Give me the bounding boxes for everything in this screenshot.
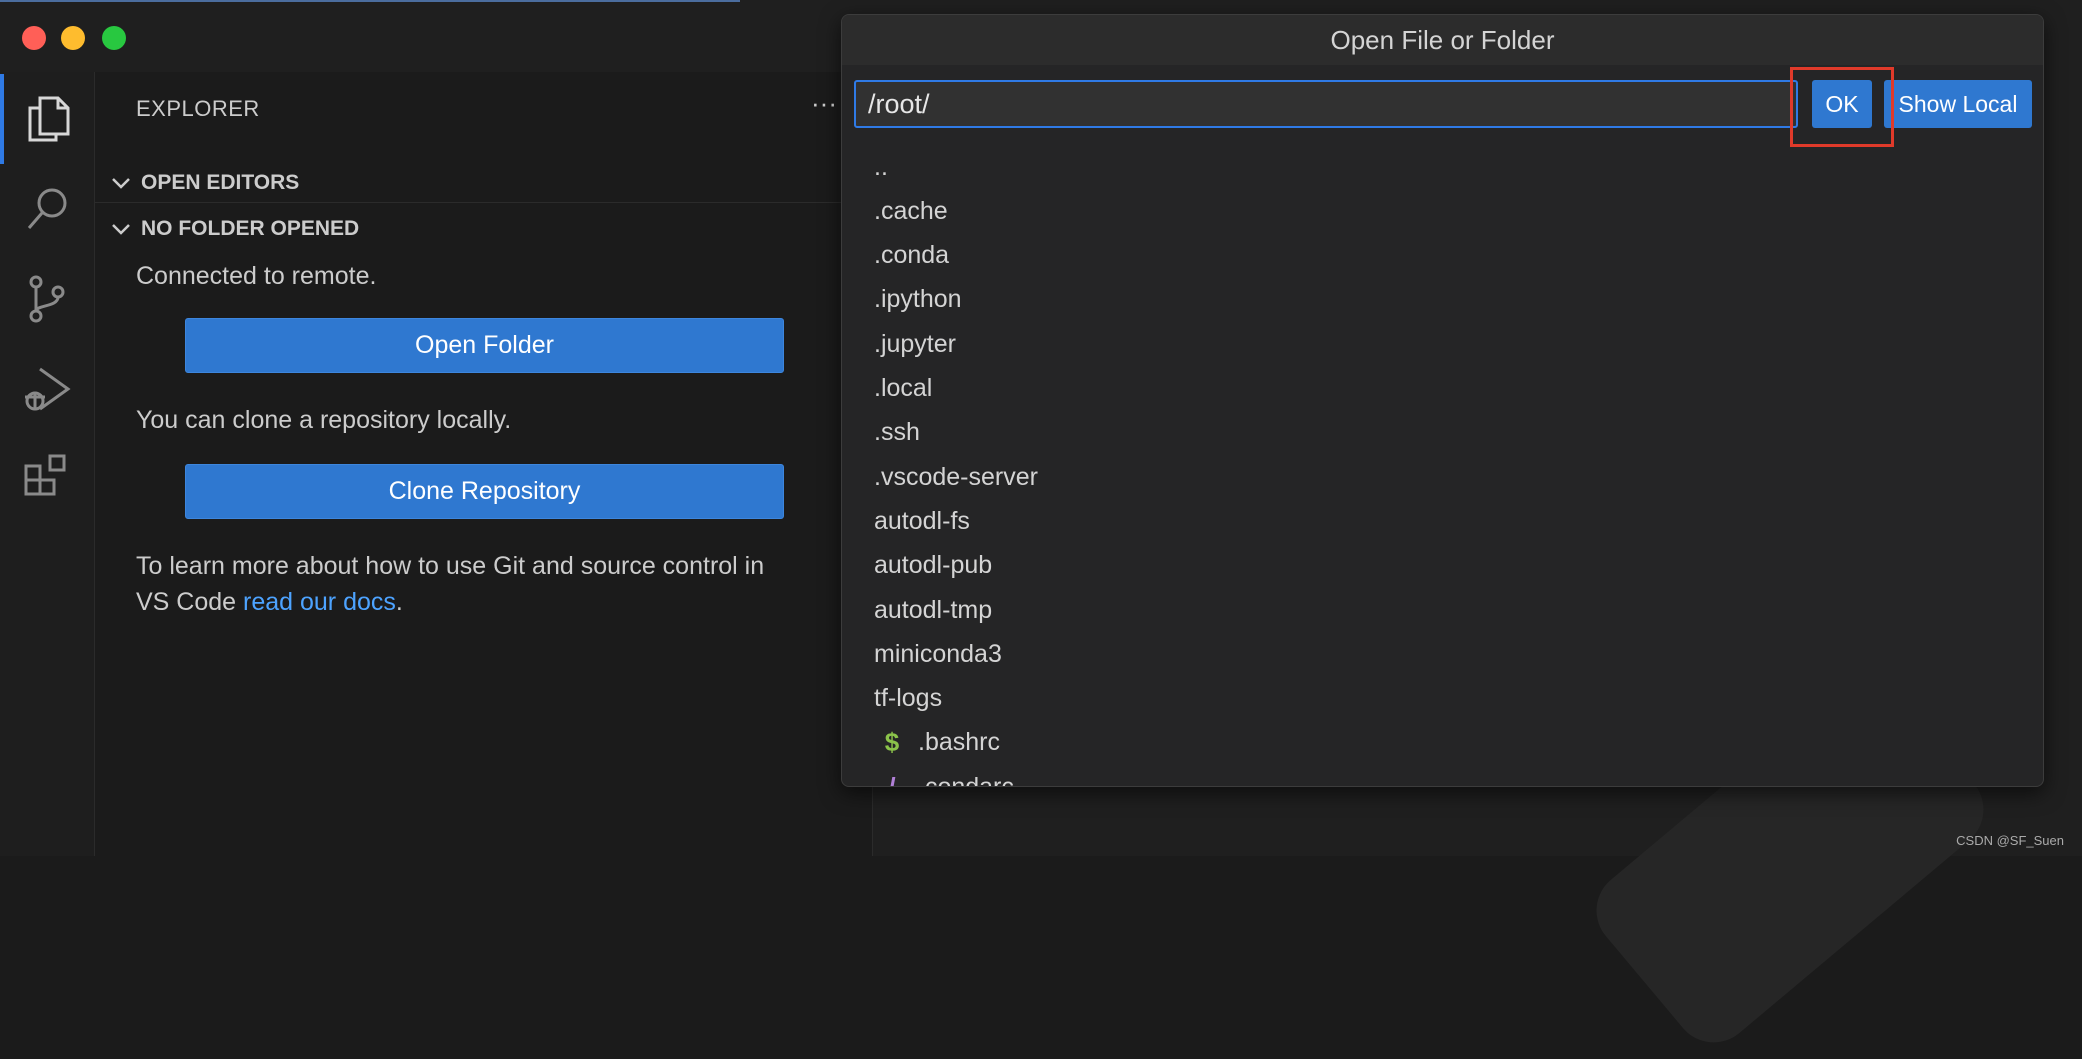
file-list-item[interactable]: $ .bashrc: [874, 721, 1000, 765]
file-name: ..: [874, 155, 888, 181]
config-file-icon: /: [874, 772, 910, 786]
dialog-title: Open File or Folder: [842, 15, 2043, 65]
file-name: autodl-fs: [874, 506, 970, 535]
file-list-item[interactable]: autodl-tmp: [874, 588, 992, 632]
learn-more-text: To learn more about how to use Git and s…: [136, 548, 876, 620]
file-list-item[interactable]: / .condarc: [874, 765, 1014, 786]
learn-text-line2: VS Code: [136, 588, 244, 616]
file-list-item[interactable]: .cache: [874, 189, 948, 233]
search-icon: [27, 188, 67, 229]
file-list-item[interactable]: .local: [874, 367, 932, 411]
file-name: .bashrc: [918, 728, 1000, 757]
extensions-icon: [24, 454, 66, 496]
extensions-activity[interactable]: [0, 434, 94, 524]
file-list-item[interactable]: autodl-fs: [874, 499, 970, 543]
section-label: OPEN EDITORS: [141, 170, 300, 194]
file-name: tf-logs: [874, 684, 943, 713]
more-actions-icon[interactable]: ···: [811, 88, 837, 119]
file-name: miniconda3: [874, 639, 1002, 668]
watermark-text: CSDN @SF_Suen: [1956, 833, 2064, 848]
connected-text: Connected to remote.: [136, 262, 377, 290]
maximize-window-button[interactable]: [102, 26, 126, 50]
source-control-activity[interactable]: [0, 254, 94, 344]
file-name: .ipython: [874, 285, 962, 314]
open-folder-button[interactable]: Open Folder: [185, 318, 784, 373]
title-bar-accent: [0, 0, 740, 2]
ok-button[interactable]: OK: [1812, 80, 1872, 128]
run-debug-activity[interactable]: [0, 344, 94, 434]
clone-text: You can clone a repository locally.: [136, 406, 512, 434]
chevron-down-icon: [107, 222, 135, 236]
file-list: .. .cache .conda .ipython .jupyter .local .ssh…: [842, 155, 2043, 786]
file-list-item[interactable]: .conda: [874, 234, 949, 278]
file-list-item[interactable]: miniconda3: [874, 632, 1002, 676]
file-name: autodl-tmp: [874, 595, 993, 624]
file-list-item[interactable]: ..: [874, 155, 888, 189]
open-editors-section[interactable]: OPEN EDITORS: [95, 163, 872, 203]
file-name: .cache: [874, 196, 948, 225]
chevron-down-icon: [107, 176, 135, 190]
file-name: .ssh: [874, 418, 920, 447]
minimize-window-button[interactable]: [61, 26, 85, 50]
file-name: .condarc: [918, 773, 1014, 786]
section-label: NO FOLDER OPENED: [141, 217, 360, 240]
no-folder-section[interactable]: NO FOLDER OPENED: [95, 209, 872, 249]
file-name: autodl-pub: [874, 551, 993, 580]
file-list-item[interactable]: .vscode-server: [874, 455, 1038, 499]
file-name: .local: [874, 374, 933, 402]
search-activity[interactable]: [0, 164, 94, 254]
read-docs-link[interactable]: read our docs: [243, 588, 396, 616]
source-control-icon: [29, 275, 65, 323]
file-name: .conda: [874, 241, 950, 270]
explorer-sidebar: EXPLORER ··· OPEN EDITORS NO FOLDER OPEN…: [95, 72, 873, 856]
file-name: .vscode-server: [874, 462, 1038, 491]
sidebar-title: EXPLORER: [136, 96, 260, 121]
clone-repository-button[interactable]: Clone Repository: [185, 464, 784, 519]
explorer-activity[interactable]: [0, 74, 94, 164]
learn-text-end: .: [395, 588, 403, 616]
close-window-button[interactable]: [22, 26, 46, 50]
show-local-button[interactable]: Show Local: [1884, 80, 2032, 128]
file-list-item[interactable]: autodl-pub: [874, 544, 992, 588]
file-list-item[interactable]: .ssh: [874, 411, 920, 455]
file-list-item[interactable]: .jupyter: [874, 322, 956, 366]
open-file-dialog: Open File or Folder OK Show Local .. .cac…: [841, 14, 2044, 787]
learn-text-line1: To learn more about how to use Git and s…: [136, 552, 765, 580]
path-input[interactable]: [854, 80, 1798, 128]
file-name: .jupyter: [874, 329, 956, 358]
run-debug-icon: [25, 367, 71, 411]
activity-bar: [0, 72, 95, 856]
file-list-item[interactable]: tf-logs: [874, 677, 942, 721]
files-icon: [28, 96, 70, 142]
shell-file-icon: $: [884, 727, 900, 758]
file-list-item[interactable]: .ipython: [874, 278, 962, 322]
